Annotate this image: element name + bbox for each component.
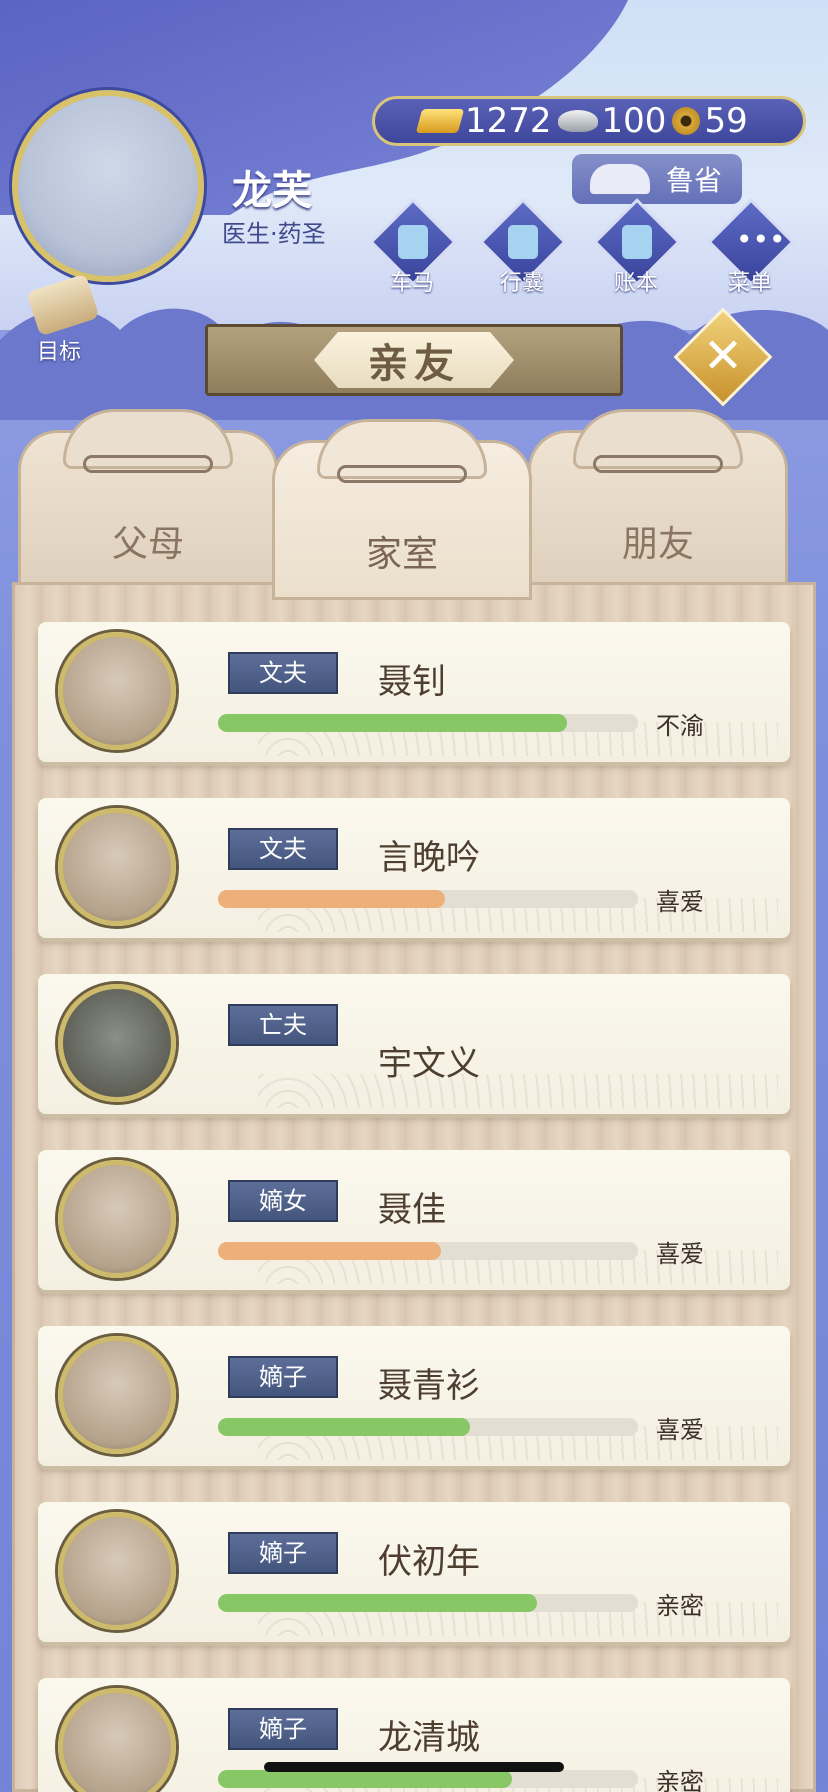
member-avatar — [58, 808, 176, 926]
member-name: 聂佳 — [378, 1190, 446, 1230]
affection-bar-fill — [218, 890, 445, 908]
member-avatar — [58, 1688, 176, 1792]
member-avatar — [58, 1160, 176, 1278]
menu-bag-button[interactable]: 行囊 — [472, 198, 572, 296]
member-name: 宇文义 — [378, 1044, 480, 1084]
role-badge: 嫡女 — [228, 1180, 338, 1222]
tab-friends-label: 朋友 — [621, 524, 694, 565]
region-label: 鲁省 — [665, 164, 722, 197]
affection-bar — [218, 1418, 638, 1436]
bag-icon — [508, 225, 538, 259]
silver-ingot-icon — [557, 110, 598, 132]
home-indicator[interactable] — [264, 1762, 564, 1772]
coin-counter: 59 — [672, 101, 748, 141]
role-badge: 文夫 — [228, 828, 338, 870]
menu-ledger-button[interactable]: 账本 — [586, 198, 686, 296]
affection-bar — [218, 1242, 638, 1260]
silver-amount: 100 — [601, 101, 667, 141]
member-name: 龙清城 — [378, 1718, 480, 1758]
family-card[interactable]: 文夫 言晚吟 喜爱 — [38, 798, 790, 938]
section-title: 亲友 — [314, 332, 514, 388]
tab-parents[interactable]: 父母 — [18, 409, 278, 590]
menu-carriage-button[interactable]: 车马 — [362, 198, 462, 296]
tab-friends[interactable]: 朋友 — [528, 409, 788, 590]
family-card[interactable]: 嫡子 聂青衫 喜爱 — [38, 1326, 790, 1466]
gold-ingot-icon — [415, 109, 465, 133]
affection-bar — [218, 714, 638, 732]
tab-household[interactable]: 家室 — [272, 419, 532, 600]
member-avatar — [58, 632, 176, 750]
menu-more-button[interactable]: ••• 菜单 — [700, 198, 800, 296]
carriage-icon — [398, 225, 428, 259]
member-name: 聂钊 — [378, 662, 446, 702]
menu-ledger-label: 账本 — [613, 271, 658, 296]
family-card[interactable]: 亡夫 宇文义 — [38, 974, 790, 1114]
silver-counter: 100 — [557, 101, 667, 141]
role-badge: 嫡子 — [228, 1708, 338, 1750]
affection-status: 喜爱 — [656, 1240, 704, 1268]
player-name: 龙芙 — [232, 167, 312, 214]
affection-bar-fill — [218, 714, 567, 732]
member-name: 聂青衫 — [378, 1366, 480, 1406]
affection-status: 亲密 — [656, 1768, 704, 1792]
goal-label: 目标 — [36, 340, 81, 365]
family-card[interactable]: 嫡子 龙清城 亲密 — [38, 1678, 790, 1792]
member-name: 言晚吟 — [378, 838, 480, 878]
menu-carriage-label: 车马 — [389, 271, 434, 296]
map-icon — [590, 164, 650, 194]
affection-status: 不渝 — [656, 712, 704, 740]
coin-icon — [672, 107, 701, 135]
role-badge: 嫡子 — [228, 1532, 338, 1574]
menu-more-label: 菜单 — [727, 271, 772, 296]
member-avatar — [58, 1336, 176, 1454]
section-header: 亲友 — [205, 324, 623, 396]
player-avatar[interactable] — [12, 90, 204, 282]
affection-bar — [218, 1770, 638, 1788]
gold-amount: 1272 — [465, 101, 552, 141]
affection-bar — [218, 1594, 638, 1612]
player-title: 医生·药圣 — [222, 220, 326, 248]
currency-bar: 1272 100 59 — [372, 96, 806, 146]
affection-bar — [218, 890, 638, 908]
family-card[interactable]: 嫡子 伏初年 亲密 — [38, 1502, 790, 1642]
member-avatar — [58, 1512, 176, 1630]
gold-counter: 1272 — [415, 101, 552, 141]
goal-button[interactable]: 目标 — [14, 268, 104, 365]
family-card[interactable]: 嫡女 聂佳 喜爱 — [38, 1150, 790, 1290]
more-icon: ••• — [736, 223, 786, 256]
affection-bar-fill — [218, 1770, 512, 1788]
affection-status: 喜爱 — [656, 888, 704, 916]
cloud-ornament-icon — [337, 465, 467, 483]
role-badge: 亡夫 — [228, 1004, 338, 1046]
affection-bar-fill — [218, 1242, 441, 1260]
menu-bag-label: 行囊 — [499, 271, 544, 296]
affection-bar-fill — [218, 1418, 470, 1436]
scroll-icon — [26, 273, 100, 337]
family-card[interactable]: 文夫 聂钊 不渝 — [38, 622, 790, 762]
affection-bar-fill — [218, 1594, 538, 1612]
ledger-icon — [622, 225, 652, 259]
cloud-ornament-icon — [593, 455, 723, 473]
role-badge: 文夫 — [228, 652, 338, 694]
tab-household-label: 家室 — [365, 534, 438, 575]
role-badge: 嫡子 — [228, 1356, 338, 1398]
coin-amount: 59 — [704, 101, 748, 141]
tab-parents-label: 父母 — [111, 524, 184, 565]
affection-status: 喜爱 — [656, 1416, 704, 1444]
close-icon[interactable]: ✕ — [693, 326, 753, 386]
affection-status: 亲密 — [656, 1592, 704, 1620]
cloud-ornament-icon — [83, 455, 213, 473]
region-button[interactable]: 鲁省 — [572, 154, 742, 204]
gravestone-avatar — [58, 984, 176, 1102]
member-name: 伏初年 — [378, 1542, 480, 1582]
